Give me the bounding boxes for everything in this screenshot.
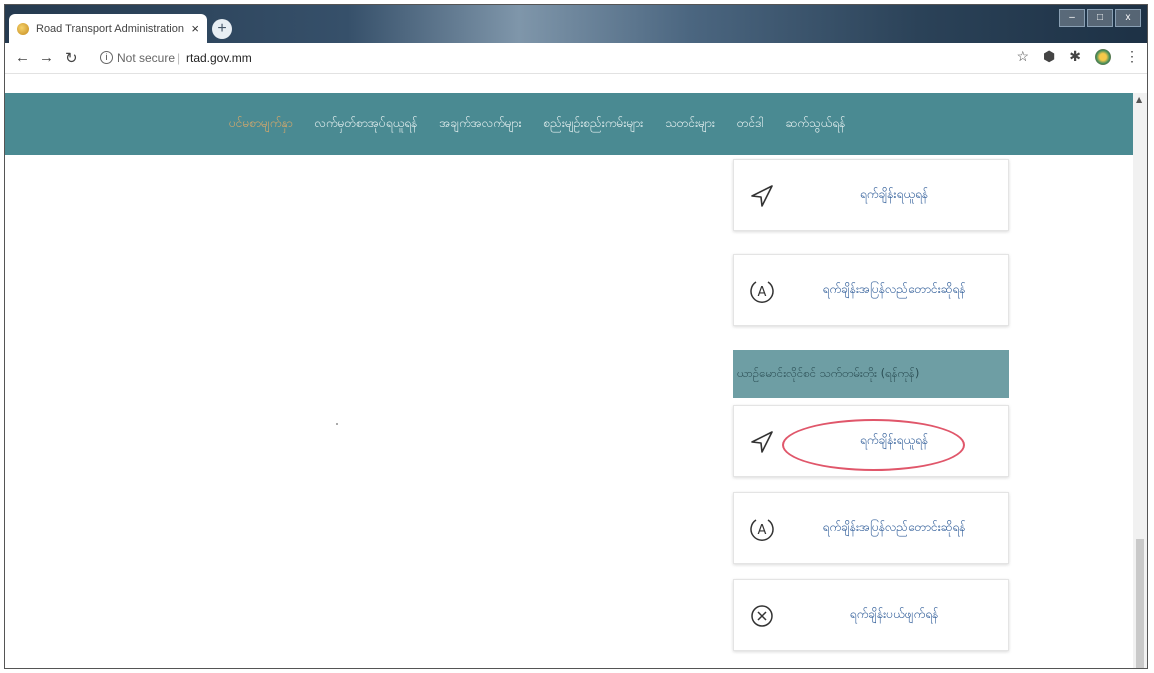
address-bar: ← → ↻ i Not secure | rtad.gov.mm ☆ ⬢ ✱ ⋮ — [5, 43, 1147, 74]
bookmark-star-icon[interactable]: ☆ — [1016, 48, 1029, 65]
tab-close-icon[interactable]: × — [191, 21, 199, 36]
reschedule-card[interactable]: A ရက်ချိန်းအပြန်လည်တောင်းဆိုရန် — [733, 254, 1009, 326]
a-circle-letter: A — [758, 285, 767, 300]
nav-item-news[interactable]: သတင်းများ — [665, 115, 715, 133]
address-separator: | — [177, 51, 181, 65]
nav-item-tender[interactable]: တင်ဒါ — [737, 115, 764, 133]
new-tab-button[interactable]: + — [212, 19, 232, 39]
highlight-ellipse-annotation — [782, 419, 965, 471]
nav-item-home[interactable]: ပင်မစာမျက်နှာ — [229, 115, 293, 133]
card-label: ရက်ချိန်းအပြန်လည်တောင်းဆိုရန် — [822, 520, 966, 534]
card-label: ရက်ချိန်းအပြန်လည်တောင်းဆိုရန် — [822, 282, 966, 296]
page-scrollbar[interactable]: ▲ — [1133, 93, 1147, 668]
toolbar-icons: ☆ ⬢ ✱ ⋮ — [1016, 48, 1139, 65]
send-icon — [751, 431, 773, 453]
site-favicon-icon — [17, 22, 29, 35]
nav-list: ပင်မစာမျက်နှာ လက်မှတ်စာအုပ်ရယူရန် အချက်အ… — [229, 115, 845, 133]
a-circle-icon: A — [750, 281, 774, 303]
scan-speck — [336, 423, 338, 425]
browser-window: Road Transport Administration D × + – □ … — [4, 4, 1148, 669]
section-header: ယာဉ်မောင်းလိုင်စင် သက်တမ်းတိုး (ရန်ကုန်) — [733, 350, 1009, 398]
browser-tab[interactable]: Road Transport Administration D × — [9, 14, 207, 43]
url-field[interactable]: rtad.gov.mm — [186, 51, 252, 65]
extension-logo-icon[interactable] — [1095, 48, 1111, 65]
tab-title: Road Transport Administration D — [36, 22, 186, 35]
puzzle-extension-icon[interactable]: ✱ — [1069, 48, 1081, 65]
menu-dots-icon[interactable]: ⋮ — [1125, 48, 1139, 65]
scrollbar-thumb[interactable] — [1136, 539, 1144, 668]
appointment-card[interactable]: ရက်ချိန်းရယူရန် — [733, 159, 1009, 231]
reload-icon[interactable]: ↻ — [65, 49, 78, 67]
send-icon — [751, 185, 773, 207]
card-label: ရက်ချိန်းရယူရန် — [859, 187, 929, 201]
reschedule-card[interactable]: A ရက်ချိန်းအပြန်လည်တောင်းဆိုရန် — [733, 492, 1009, 564]
nav-item-rules[interactable]: စည်းမျဉ်းစည်းကမ်းများ — [544, 115, 644, 133]
info-icon[interactable]: i — [100, 51, 113, 64]
title-bar: Road Transport Administration D × + – □ … — [5, 5, 1147, 43]
cancel-card[interactable]: ရက်ချိန်းပယ်ဖျက်ရန် — [733, 579, 1009, 651]
security-label: Not secure — [117, 51, 176, 65]
scroll-up-arrow-icon[interactable]: ▲ — [1136, 95, 1142, 104]
maximize-button[interactable]: □ — [1087, 9, 1113, 27]
extension-shield-icon[interactable]: ⬢ — [1043, 48, 1055, 65]
nav-item-information[interactable]: အချက်အလက်များ — [439, 115, 521, 133]
nav-item-contact[interactable]: ဆက်သွယ်ရန် — [786, 115, 846, 133]
forward-arrow-icon[interactable]: → — [39, 49, 54, 66]
close-window-button[interactable]: x — [1115, 9, 1141, 27]
window-controls: – □ x — [1059, 9, 1141, 27]
main-nav: ပင်မစာမျက်နှာ လက်မှတ်စာအုပ်ရယူရန် အချက်အ… — [5, 93, 1133, 155]
nav-item-license-book[interactable]: လက်မှတ်စာအုပ်ရယူရန် — [315, 115, 418, 133]
minimize-button[interactable]: – — [1059, 9, 1085, 27]
a-circle-icon: A — [750, 519, 774, 541]
a-circle-letter: A — [758, 523, 767, 538]
back-arrow-icon[interactable]: ← — [15, 49, 30, 66]
close-circle-icon — [751, 605, 773, 627]
card-label: ရက်ချိန်းပယ်ဖျက်ရန် — [849, 607, 939, 621]
